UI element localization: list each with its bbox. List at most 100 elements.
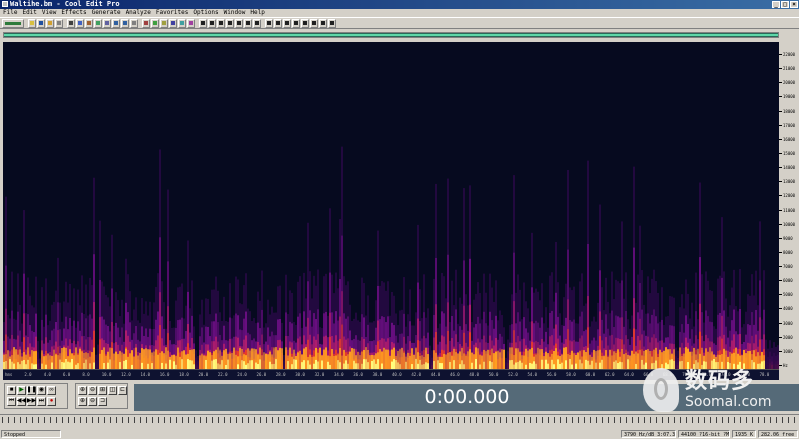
- meter-tick: [164, 417, 165, 423]
- playlist-button[interactable]: [319, 18, 327, 28]
- frequency-tick: [779, 266, 782, 268]
- meter-tick: [2, 417, 3, 423]
- zoom-out-horizontal-button[interactable]: ⊖: [88, 386, 97, 395]
- mix-paste-button[interactable]: [94, 18, 102, 28]
- help-button[interactable]: [328, 18, 336, 28]
- menu-file[interactable]: File: [3, 9, 17, 17]
- frequency-button[interactable]: [208, 18, 216, 28]
- meter-tick: [764, 417, 765, 423]
- spectrogram-band: [409, 355, 411, 369]
- menu-window[interactable]: Window: [224, 9, 246, 17]
- pause-button[interactable]: ❚❚: [26, 386, 37, 395]
- spectrogram-band: [5, 361, 7, 369]
- menu-edit[interactable]: Edit: [22, 9, 36, 17]
- zoom-full-button[interactable]: ⊞: [98, 386, 107, 395]
- spectrogram-band: [587, 360, 589, 369]
- spectrogram-band: [285, 347, 287, 369]
- meter-tick: [572, 417, 573, 423]
- play-button[interactable]: ▶: [17, 386, 26, 395]
- menu-help[interactable]: Help: [250, 9, 264, 17]
- info-button[interactable]: [301, 18, 309, 28]
- spectral-view-button[interactable]: [199, 18, 207, 28]
- rewind-button[interactable]: ◀◀: [17, 397, 26, 406]
- spectrogram-band: [519, 360, 521, 369]
- spectrogram-band: [15, 349, 17, 369]
- zoom-in-horizontal-button[interactable]: ⊕: [78, 386, 87, 395]
- fast-forward-button[interactable]: ▶▶: [27, 397, 36, 406]
- spectrogram-band: [565, 360, 567, 369]
- meter-tick: [356, 417, 357, 423]
- meter-tick: [776, 417, 777, 423]
- meter-tick: [278, 417, 279, 423]
- close-button[interactable]: ×: [790, 1, 798, 8]
- go-to-end-button[interactable]: ⏭: [37, 397, 46, 406]
- meter-tick: [386, 417, 387, 423]
- snap-button[interactable]: [253, 18, 261, 28]
- selection-button[interactable]: [292, 18, 300, 28]
- menu-favorites[interactable]: Favorites: [156, 9, 189, 17]
- menu-effects[interactable]: Effects: [61, 9, 86, 17]
- play-to-end-button[interactable]: ◉: [37, 386, 46, 395]
- cd-button[interactable]: [55, 18, 63, 28]
- zoom-out-vertical-button[interactable]: ⊖: [88, 397, 97, 406]
- menu-generate[interactable]: Generate: [92, 9, 121, 17]
- trim-button[interactable]: [103, 18, 111, 28]
- spectrogram-band: [73, 355, 75, 369]
- spectrogram-band: [67, 361, 69, 369]
- eq-button[interactable]: [169, 18, 177, 28]
- spectrogram-band: [191, 360, 193, 369]
- watermark: 数码多 Soomal.com: [643, 365, 793, 415]
- record-button[interactable]: ●: [47, 397, 56, 406]
- spectrogram-band: [489, 361, 491, 369]
- scroll-button[interactable]: [274, 18, 282, 28]
- play-looped-button[interactable]: ∞: [47, 386, 56, 395]
- minimize-button[interactable]: _: [772, 1, 780, 8]
- normalize-icon: [144, 21, 148, 25]
- copy-button[interactable]: [76, 18, 84, 28]
- cut-button[interactable]: [67, 18, 75, 28]
- meter-button[interactable]: [265, 18, 273, 28]
- wave-view-button[interactable]: [2, 18, 24, 28]
- noise-button[interactable]: [160, 18, 168, 28]
- overview-viewed-range[interactable]: [4, 34, 778, 36]
- menu-options[interactable]: Options: [193, 9, 218, 17]
- frequency-tick: [779, 124, 782, 126]
- marker-button[interactable]: [235, 18, 243, 28]
- zoom-right-button[interactable]: ⊐: [98, 397, 107, 406]
- spectrogram[interactable]: [3, 42, 779, 369]
- phase-button[interactable]: [226, 18, 234, 28]
- maximize-button[interactable]: □: [781, 1, 789, 8]
- spectrogram-band: [333, 355, 335, 369]
- meter-tick: [680, 417, 681, 423]
- frequency-tick: [779, 336, 782, 338]
- normalize-button[interactable]: [142, 18, 150, 28]
- paste-button[interactable]: [85, 18, 93, 28]
- spectral-view[interactable]: [3, 42, 779, 369]
- cue-button[interactable]: [310, 18, 318, 28]
- overview-bar[interactable]: [3, 32, 779, 38]
- redo-button[interactable]: [121, 18, 129, 28]
- time-button[interactable]: [283, 18, 291, 28]
- open-button[interactable]: [28, 18, 36, 28]
- save-button[interactable]: [37, 18, 45, 28]
- folder-button[interactable]: [46, 18, 54, 28]
- status-size: 1935 K: [732, 430, 756, 438]
- zoom-left-button[interactable]: ⊏: [118, 386, 127, 395]
- menu-analyze[interactable]: Analyze: [126, 9, 151, 17]
- amplify-button[interactable]: [151, 18, 159, 28]
- silence-button[interactable]: [130, 18, 138, 28]
- go-to-start-button[interactable]: ⏮: [7, 397, 16, 406]
- stop-button[interactable]: ■: [7, 386, 16, 395]
- menu-view[interactable]: View: [42, 9, 56, 17]
- zoom-selection-button[interactable]: ◫: [108, 386, 117, 395]
- zoom-in-vertical-button[interactable]: ⊕: [78, 397, 87, 406]
- spectrogram-band: [85, 359, 87, 369]
- meter-tick: [458, 417, 459, 423]
- grid-button[interactable]: [244, 18, 252, 28]
- undo-button[interactable]: [112, 18, 120, 28]
- filter-button[interactable]: [178, 18, 186, 28]
- reverb-button[interactable]: [187, 18, 195, 28]
- pan-button[interactable]: [217, 18, 225, 28]
- spectrogram-band: [563, 347, 565, 369]
- spectrogram-band: [331, 348, 333, 369]
